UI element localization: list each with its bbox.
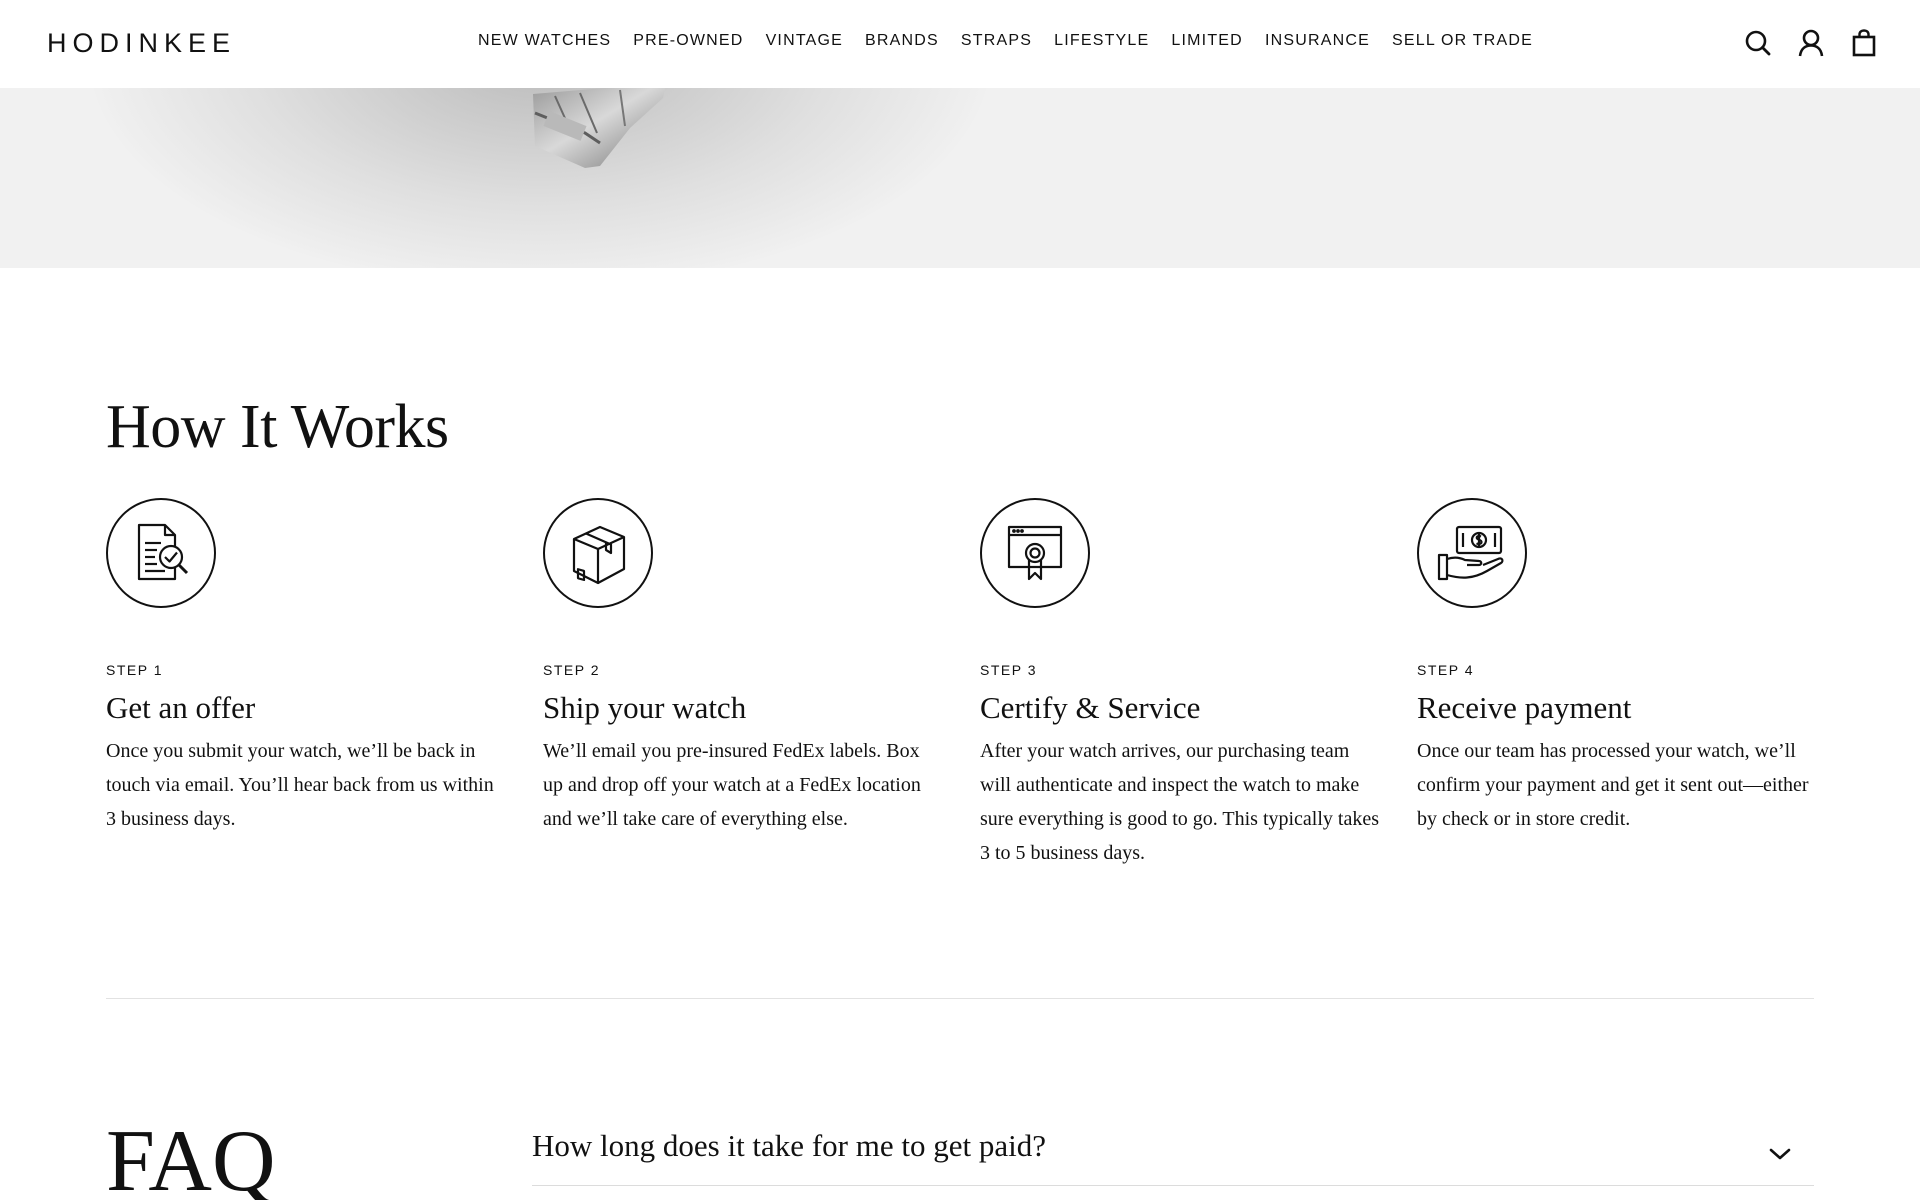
nav-lifestyle[interactable]: LIFESTYLE: [1054, 32, 1149, 50]
watch-bracelet-image: [533, 88, 665, 168]
nav-sell-or-trade[interactable]: SELL OR TRADE: [1392, 32, 1533, 50]
step-card: STEP 2 Ship your watch We’ll email you p…: [543, 498, 943, 836]
step-card: STEP 4 Receive payment Once our team has…: [1417, 498, 1817, 836]
step-label: STEP 3: [980, 662, 1037, 678]
step-description: We’ll email you pre-insured FedEx labels…: [543, 740, 921, 830]
step-label: STEP 4: [1417, 662, 1474, 678]
nav-straps[interactable]: STRAPS: [961, 32, 1032, 50]
faq-item[interactable]: How long does it take for me to get paid…: [532, 1118, 1814, 1186]
step-title: Ship your watch: [543, 690, 747, 725]
chevron-down-icon[interactable]: [1768, 1146, 1792, 1162]
main-nav: NEW WATCHES PRE-OWNED VINTAGE BRANDS STR…: [478, 32, 1555, 50]
nav-pre-owned[interactable]: PRE-OWNED: [633, 32, 743, 50]
step-label: STEP 1: [106, 662, 163, 678]
payment-hand-icon: [1437, 525, 1504, 581]
nav-brands[interactable]: BRANDS: [865, 32, 939, 50]
document-check-icon: [137, 523, 189, 581]
nav-limited[interactable]: LIMITED: [1171, 32, 1243, 50]
bag-icon[interactable]: [1850, 28, 1878, 58]
nav-vintage[interactable]: VINTAGE: [766, 32, 843, 50]
account-icon[interactable]: [1797, 28, 1825, 58]
step-card: STEP 1 Get an offer Once you submit your…: [106, 498, 506, 836]
search-icon[interactable]: [1744, 28, 1772, 58]
certificate-icon: [1007, 525, 1063, 581]
step-description: Once our team has processed your watch, …: [1417, 740, 1809, 830]
step-description: After your watch arrives, our purchasing…: [980, 740, 1380, 864]
step-icon-circle: [980, 498, 1090, 608]
box-icon: [572, 525, 626, 585]
step-icon-circle: [543, 498, 653, 608]
hero-image: [0, 88, 1920, 268]
hodinkee-logo[interactable]: HODINKEE: [47, 28, 236, 59]
section-divider: [106, 998, 1814, 999]
nav-new-watches[interactable]: NEW WATCHES: [478, 32, 611, 50]
step-icon-circle: [1417, 498, 1527, 608]
step-description: Once you submit your watch, we’ll be bac…: [106, 740, 494, 830]
step-label: STEP 2: [543, 662, 600, 678]
step-card: STEP 3 Certify & Service After your watc…: [980, 498, 1380, 870]
site-header: HODINKEE NEW WATCHES PRE-OWNED VINTAGE B…: [0, 0, 1920, 88]
step-title: Receive payment: [1417, 690, 1632, 725]
step-title: Certify & Service: [980, 690, 1201, 725]
nav-insurance[interactable]: INSURANCE: [1265, 32, 1370, 50]
faq-question: How long does it take for me to get paid…: [532, 1128, 1046, 1163]
how-it-works-title: How It Works: [106, 393, 449, 461]
step-icon-circle: [106, 498, 216, 608]
faq-title: FAQ: [106, 1113, 276, 1200]
header-icons: [1744, 28, 1878, 58]
step-title: Get an offer: [106, 690, 256, 725]
